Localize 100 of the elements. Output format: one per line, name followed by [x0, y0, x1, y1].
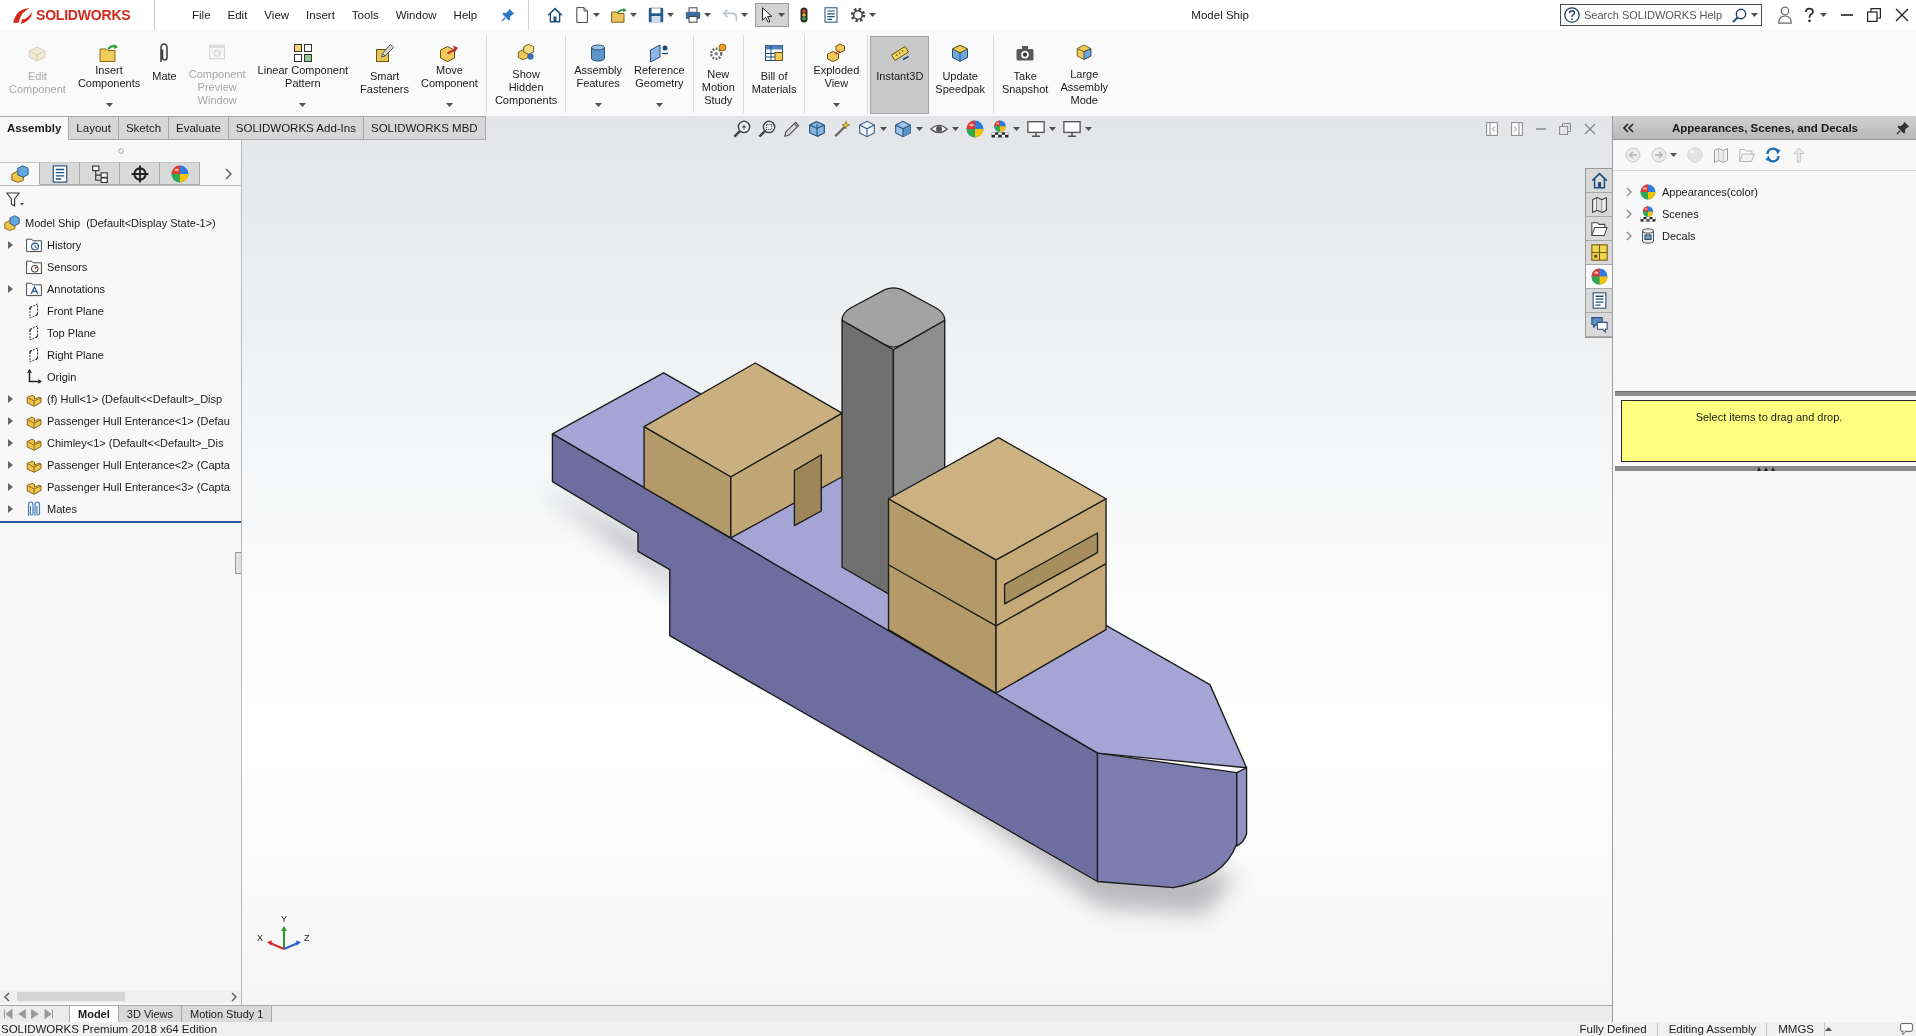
- caret-icon[interactable]: [1085, 127, 1092, 131]
- expand-arrow-icon[interactable]: [8, 439, 13, 447]
- chevron-right-icon[interactable]: [231, 991, 237, 1002]
- expand-arrow-icon[interactable]: [8, 395, 13, 403]
- expand-arrow-icon[interactable]: [8, 461, 13, 469]
- shaded-cube-icon[interactable]: [894, 120, 912, 138]
- pin-icon[interactable]: [1896, 120, 1910, 135]
- task-pane-tab[interactable]: [1586, 241, 1612, 265]
- expand-arrow-icon[interactable]: [8, 285, 13, 293]
- tree-item[interactable]: Scenes: [1640, 204, 1699, 224]
- panel-right-icon[interactable]: [1511, 122, 1523, 136]
- command-button[interactable]: Exploded View: [807, 36, 866, 114]
- restore-icon[interactable]: [1867, 8, 1881, 22]
- command-button[interactable]: Take Snapshot: [995, 36, 1055, 114]
- caret-icon[interactable]: [952, 127, 959, 131]
- monitor-icon[interactable]: [1027, 120, 1045, 138]
- expand-arrow-icon[interactable]: [8, 483, 13, 491]
- grip-icon[interactable]: [1756, 466, 1775, 471]
- tree-item[interactable]: Model Ship (Default<Display State-1>): [4, 213, 217, 233]
- chevron-right-icon[interactable]: [225, 167, 232, 180]
- color-ball-icon[interactable]: [966, 120, 984, 138]
- command-button[interactable]: Reference Geometry: [627, 36, 691, 114]
- caret-icon[interactable]: [1013, 127, 1020, 131]
- menu-item[interactable]: Tools: [342, 6, 387, 24]
- magnifier-icon[interactable]: [758, 120, 776, 138]
- user-icon[interactable]: [1778, 6, 1792, 24]
- tab[interactable]: Layout: [69, 116, 119, 140]
- magnifier-icon[interactable]: [733, 120, 751, 138]
- menu-item[interactable]: View: [255, 6, 298, 24]
- tree-item[interactable]: Right Plane: [8, 345, 105, 365]
- command-button[interactable]: New Motion Study: [695, 36, 741, 114]
- caret-icon[interactable]: [1820, 13, 1827, 17]
- command-button[interactable]: Mate: [146, 36, 183, 114]
- chevron-right-icon[interactable]: [1626, 231, 1632, 241]
- task-pane-tab[interactable]: [1586, 289, 1612, 313]
- tree-item[interactable]: Decals: [1640, 226, 1696, 246]
- command-button[interactable]: Instant3D: [870, 36, 930, 114]
- double-chevron-left-icon[interactable]: [1623, 122, 1634, 133]
- pin-icon[interactable]: [501, 8, 516, 22]
- tree-item[interactable]: Appearances(color): [1640, 182, 1758, 202]
- command-button[interactable]: Update Speedpak: [929, 36, 991, 114]
- caret-icon[interactable]: [916, 127, 923, 131]
- search-input[interactable]: Search SOLIDWORKS Help: [1584, 9, 1728, 21]
- command-button[interactable]: Bill of Materials: [745, 36, 803, 114]
- tree-item[interactable]: Front Plane: [8, 301, 105, 321]
- tree-item[interactable]: Passenger Hull Enterance<1> (Defau: [8, 411, 231, 431]
- expand-arrow-icon[interactable]: [8, 505, 13, 513]
- tab[interactable]: Model: [69, 1006, 119, 1022]
- close-icon[interactable]: [1895, 8, 1909, 22]
- task-pane-tab[interactable]: [1586, 265, 1612, 289]
- help-icon[interactable]: [1804, 7, 1815, 23]
- menu-item[interactable]: Insert: [297, 6, 343, 24]
- tree-item[interactable]: Mates: [8, 499, 78, 519]
- cube-icon[interactable]: [858, 120, 876, 138]
- command-button[interactable]: Linear Component Pattern: [251, 36, 355, 114]
- grip-icon[interactable]: [117, 148, 124, 154]
- command-button[interactable]: Large Assembly Mode: [1054, 36, 1115, 114]
- tree-item[interactable]: Sensors: [8, 257, 89, 277]
- manager-tab[interactable]: [40, 162, 80, 185]
- tree-item[interactable]: Origin: [8, 367, 78, 387]
- expand-arrow-icon[interactable]: [8, 241, 13, 249]
- search-icon[interactable]: [1732, 7, 1747, 23]
- tab[interactable]: SOLIDWORKS Add-Ins: [228, 116, 364, 140]
- speech-bubble-icon[interactable]: [1900, 1023, 1913, 1035]
- tab[interactable]: Assembly: [0, 116, 70, 140]
- tab[interactable]: Motion Study 1: [181, 1006, 273, 1022]
- task-pane-tab[interactable]: [1586, 169, 1612, 193]
- caret-up-icon[interactable]: [1825, 1027, 1832, 1031]
- tree-item[interactable]: Top Plane: [8, 323, 97, 343]
- tree-item[interactable]: Annotations: [8, 279, 107, 299]
- expand-arrow-icon[interactable]: [8, 417, 13, 425]
- chevron-right-icon[interactable]: [1626, 187, 1632, 197]
- horizontal-scrollbar[interactable]: [0, 990, 241, 1003]
- task-pane-tab[interactable]: [1586, 193, 1612, 217]
- chevron-right-icon[interactable]: [1626, 209, 1632, 219]
- command-button[interactable]: Insert Components: [71, 36, 147, 114]
- tree-item[interactable]: Passenger Hull Enterance<3> (Capta: [8, 477, 231, 497]
- chevron-left-icon[interactable]: [4, 991, 10, 1002]
- caret-icon[interactable]: [1049, 127, 1056, 131]
- command-button[interactable]: Show Hidden Components: [488, 36, 564, 114]
- pencil-icon[interactable]: [783, 120, 801, 138]
- splitter-handle[interactable]: [235, 552, 241, 574]
- select-button[interactable]: [755, 3, 790, 27]
- tab[interactable]: 3D Views: [117, 1006, 183, 1022]
- tree-item[interactable]: (f) Hull<1> (Default<<Default>_Disp: [8, 389, 224, 409]
- tree-item[interactable]: Chimley<1> (Default<<Default>_Dis: [8, 433, 225, 453]
- tab[interactable]: Evaluate: [169, 116, 229, 140]
- filter-icon[interactable]: [6, 191, 24, 207]
- menu-item[interactable]: Edit: [218, 6, 256, 24]
- panel-left-icon[interactable]: [1486, 122, 1498, 136]
- menu-item[interactable]: File: [183, 6, 219, 24]
- scene-ball-icon[interactable]: [991, 120, 1009, 138]
- menu-item[interactable]: Window: [386, 6, 445, 24]
- command-button[interactable]: Move Component: [415, 36, 484, 114]
- drop-area[interactable]: Select items to drag and drop.: [1621, 400, 1916, 462]
- tab[interactable]: Sketch: [118, 116, 170, 140]
- menu-item[interactable]: Help: [444, 6, 486, 24]
- caret-icon[interactable]: [1751, 13, 1758, 17]
- tab[interactable]: SOLIDWORKS MBD: [363, 116, 486, 140]
- command-button[interactable]: Smart Fasteners: [354, 36, 416, 114]
